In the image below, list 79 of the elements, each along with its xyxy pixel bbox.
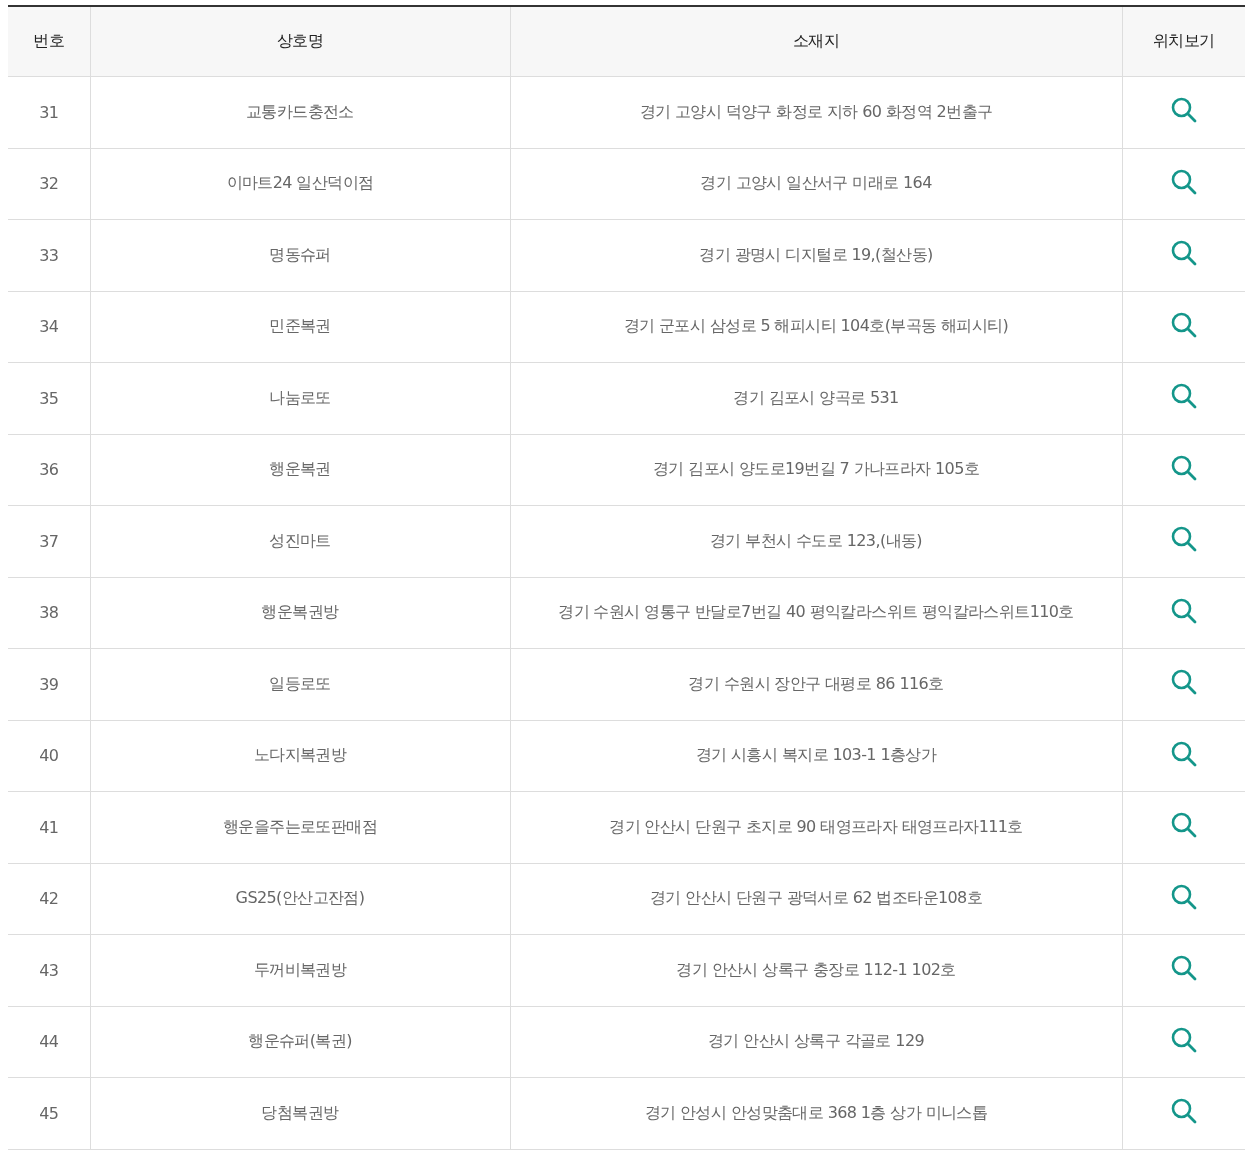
number-cell: 39 bbox=[8, 648, 90, 720]
search-icon bbox=[1170, 168, 1197, 195]
number-cell: 36 bbox=[8, 434, 90, 506]
address-cell: 경기 수원시 영통구 반달로7번길 40 평익칼라스위트 평익칼라스위트110호 bbox=[510, 577, 1122, 649]
number-cell: 33 bbox=[8, 219, 90, 291]
search-icon bbox=[1170, 526, 1197, 553]
store-name-cell: GS25(안산고잔점) bbox=[90, 863, 510, 935]
number-cell: 40 bbox=[8, 720, 90, 792]
location-button[interactable] bbox=[1170, 1098, 1197, 1125]
number-cell: 45 bbox=[8, 1077, 90, 1149]
address-cell: 경기 김포시 양곡로 531 bbox=[510, 362, 1122, 434]
search-icon bbox=[1170, 597, 1197, 624]
address-cell: 경기 안성시 안성맞춤대로 368 1층 상가 미니스톱 bbox=[510, 1077, 1122, 1149]
address-cell: 경기 안산시 상록구 충장로 112-1 102호 bbox=[510, 934, 1122, 1006]
number-cell: 43 bbox=[8, 934, 90, 1006]
location-button[interactable] bbox=[1170, 383, 1197, 410]
number-cell: 35 bbox=[8, 362, 90, 434]
search-icon bbox=[1170, 383, 1197, 410]
number-cell: 38 bbox=[8, 577, 90, 649]
search-icon bbox=[1170, 240, 1197, 267]
column-header: 위치보기 bbox=[1122, 6, 1245, 77]
store-name-cell: 당첨복권방 bbox=[90, 1077, 510, 1149]
location-button[interactable] bbox=[1170, 168, 1197, 195]
location-button[interactable] bbox=[1170, 454, 1197, 481]
number-cell: 42 bbox=[8, 863, 90, 935]
store-name-cell: 명동슈퍼 bbox=[90, 219, 510, 291]
store-name-cell: 두꺼비복권방 bbox=[90, 934, 510, 1006]
location-button[interactable] bbox=[1170, 740, 1197, 767]
location-button[interactable] bbox=[1170, 240, 1197, 267]
search-icon bbox=[1170, 1026, 1197, 1053]
search-icon bbox=[1170, 740, 1197, 767]
search-icon bbox=[1170, 669, 1197, 696]
address-cell: 경기 김포시 양도로19번길 7 가나프라자 105호 bbox=[510, 434, 1122, 506]
address-cell: 경기 수원시 장안구 대평로 86 116호 bbox=[510, 648, 1122, 720]
store-name-cell: 노다지복권방 bbox=[90, 720, 510, 792]
location-button[interactable] bbox=[1170, 97, 1197, 124]
store-name-cell: 일등로또 bbox=[90, 648, 510, 720]
search-icon bbox=[1170, 454, 1197, 481]
store-name-cell: 교통카드충전소 bbox=[90, 76, 510, 148]
store-name-cell: 행운복권 bbox=[90, 434, 510, 506]
location-button[interactable] bbox=[1170, 812, 1197, 839]
address-cell: 경기 안산시 단원구 초지로 90 태영프라자 태영프라자111호 bbox=[510, 791, 1122, 863]
address-cell: 경기 고양시 덕양구 화정로 지하 60 화정역 2번출구 bbox=[510, 76, 1122, 148]
location-button[interactable] bbox=[1170, 597, 1197, 624]
store-name-cell: 민준복권 bbox=[90, 291, 510, 363]
store-name-cell: 이마트24 일산덕이점 bbox=[90, 148, 510, 220]
search-icon bbox=[1170, 955, 1197, 982]
search-icon bbox=[1170, 1098, 1197, 1125]
search-icon bbox=[1170, 812, 1197, 839]
store-name-cell: 행운복권방 bbox=[90, 577, 510, 649]
column-header: 번호 bbox=[8, 6, 90, 77]
store-name-cell: 나눔로또 bbox=[90, 362, 510, 434]
location-button[interactable] bbox=[1170, 1026, 1197, 1053]
location-button[interactable] bbox=[1170, 955, 1197, 982]
address-cell: 경기 시흥시 복지로 103-1 1층상가 bbox=[510, 720, 1122, 792]
number-cell: 41 bbox=[8, 791, 90, 863]
search-icon bbox=[1170, 97, 1197, 124]
number-cell: 34 bbox=[8, 291, 90, 363]
number-cell: 44 bbox=[8, 1006, 90, 1078]
location-button[interactable] bbox=[1170, 526, 1197, 553]
address-cell: 경기 군포시 삼성로 5 해피시티 104호(부곡동 해피시티) bbox=[510, 291, 1122, 363]
location-button[interactable] bbox=[1170, 669, 1197, 696]
column-header: 소재지 bbox=[510, 6, 1122, 77]
address-cell: 경기 안산시 단원구 광덕서로 62 법조타운108호 bbox=[510, 863, 1122, 935]
column-header: 상호명 bbox=[90, 6, 510, 77]
store-name-cell: 성진마트 bbox=[90, 505, 510, 577]
location-button[interactable] bbox=[1170, 311, 1197, 338]
search-icon bbox=[1170, 311, 1197, 338]
search-icon bbox=[1170, 883, 1197, 910]
store-name-cell: 행운을주는로또판매점 bbox=[90, 791, 510, 863]
address-cell: 경기 안산시 상록구 각골로 129 bbox=[510, 1006, 1122, 1078]
address-cell: 경기 고양시 일산서구 미래로 164 bbox=[510, 148, 1122, 220]
store-name-cell: 행운슈퍼(복권) bbox=[90, 1006, 510, 1078]
location-button[interactable] bbox=[1170, 883, 1197, 910]
number-cell: 31 bbox=[8, 76, 90, 148]
number-cell: 32 bbox=[8, 148, 90, 220]
address-cell: 경기 부천시 수도로 123,(내동) bbox=[510, 505, 1122, 577]
number-cell: 37 bbox=[8, 505, 90, 577]
address-cell: 경기 광명시 디지털로 19,(철산동) bbox=[510, 219, 1122, 291]
